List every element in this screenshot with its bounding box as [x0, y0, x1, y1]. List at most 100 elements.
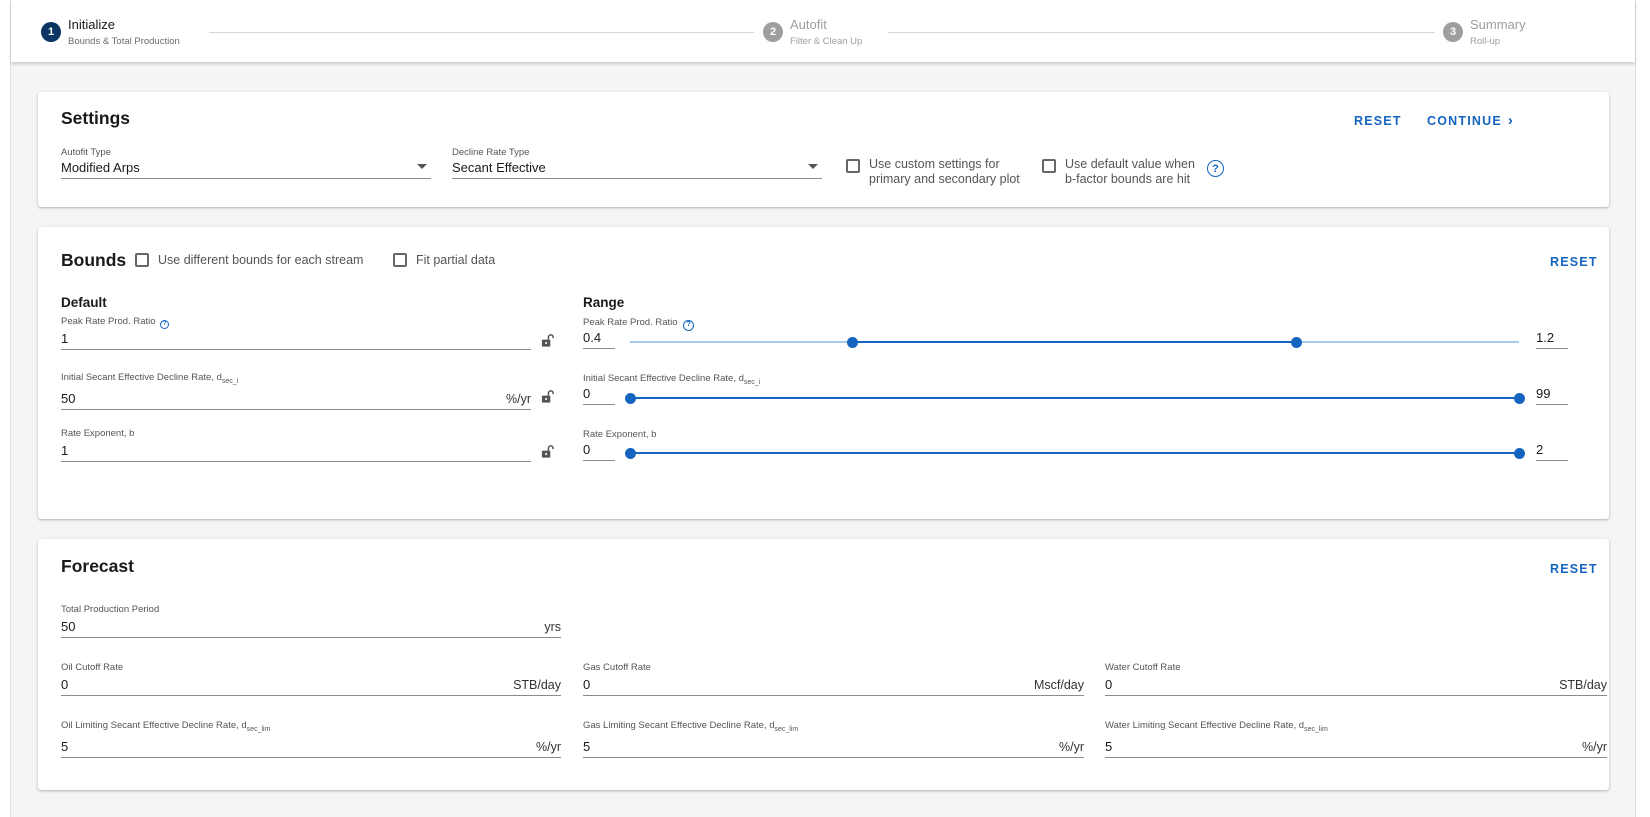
water-limit-field[interactable]: Water Limiting Secant Effective Decline … — [1105, 720, 1607, 758]
water-cutoff-value: 0 — [1105, 677, 1113, 692]
checkbox-box[interactable] — [135, 253, 149, 267]
slider-thumb-low[interactable] — [846, 336, 858, 348]
step-connector — [888, 32, 1435, 33]
peak-rate-field[interactable]: Peak Rate Prod. Ratio ? 1 — [61, 316, 531, 350]
step-connector — [209, 32, 754, 33]
step-subtitle: Bounds & Total Production — [68, 36, 180, 47]
dropdown-arrow-icon — [808, 164, 818, 169]
exponent-range-min-input[interactable]: 0 — [583, 439, 615, 461]
decline-rate-value: 50 — [61, 390, 76, 406]
water-limit-value: 5 — [1105, 738, 1113, 754]
oil-cutoff-field[interactable]: Oil Cutoff Rate 0 STB/day — [61, 662, 561, 696]
total-period-unit: yrs — [544, 620, 561, 634]
step-autofit[interactable]: 2 Autofit Filter & Clean Up — [763, 17, 862, 48]
water-limit-unit: %/yr — [1582, 739, 1607, 754]
water-limit-input[interactable]: 5 %/yr — [1105, 736, 1607, 758]
forecast-reset-button[interactable]: RESET — [1550, 562, 1598, 576]
peak-range-max-input[interactable]: 1.2 — [1536, 327, 1568, 349]
gas-cutoff-field[interactable]: Gas Cutoff Rate 0 Mscf/day — [583, 662, 1084, 696]
peak-rate-value: 1 — [61, 331, 69, 346]
default-value-line1: Use default value when — [1065, 157, 1195, 171]
step-number: 2 — [763, 22, 783, 42]
water-cutoff-unit: STB/day — [1559, 678, 1607, 692]
oil-limit-input[interactable]: 5 %/yr — [61, 736, 561, 758]
decline-rate-type-input[interactable]: Secant Effective — [452, 159, 822, 179]
step-initialize[interactable]: 1 Initialize Bounds & Total Production — [41, 17, 180, 48]
slider-fill — [630, 397, 1519, 399]
oil-limit-unit: %/yr — [536, 739, 561, 754]
checkbox-box[interactable] — [1042, 159, 1056, 173]
continue-button[interactable]: CONTINUE › — [1427, 112, 1513, 129]
slider-thumb-high[interactable] — [1513, 392, 1525, 404]
oil-limit-label: Oil Limiting Secant Effective Decline Ra… — [61, 720, 561, 736]
default-value-checkbox[interactable]: Use default value when b-factor bounds a… — [1042, 157, 1195, 187]
peak-rate-input[interactable]: 1 — [61, 328, 531, 350]
step-title: Summary — [1470, 17, 1526, 32]
continue-label: CONTINUE — [1427, 113, 1502, 128]
gas-limit-label-text: Gas Limiting Secant Effective Decline Ra… — [583, 720, 775, 731]
gas-cutoff-input[interactable]: 0 Mscf/day — [583, 674, 1084, 696]
autofit-type-input[interactable]: Modified Arps — [61, 159, 431, 179]
help-icon[interactable]: ? — [683, 319, 695, 331]
step-subtitle: Roll-up — [1470, 36, 1501, 47]
step-summary[interactable]: 3 Summary Roll-up — [1443, 17, 1526, 48]
help-icon[interactable]: ? — [160, 319, 170, 329]
bounds-reset-button[interactable]: RESET — [1550, 255, 1598, 269]
checkbox-box[interactable] — [846, 159, 860, 173]
fit-partial-checkbox[interactable]: Fit partial data — [393, 253, 495, 268]
gas-limit-unit: %/yr — [1059, 739, 1084, 754]
custom-settings-checkbox[interactable]: Use custom settings for primary and seco… — [846, 157, 1020, 187]
water-cutoff-field[interactable]: Water Cutoff Rate 0 STB/day — [1105, 662, 1607, 696]
autofit-type-select[interactable]: Autofit Type Modified Arps — [61, 147, 431, 179]
decline-range-max-input[interactable]: 99 — [1536, 383, 1568, 405]
slider-thumb-low[interactable] — [624, 392, 636, 404]
rate-exponent-input[interactable]: 1 — [61, 440, 531, 462]
gas-limit-label: Gas Limiting Secant Effective Decline Ra… — [583, 720, 1084, 736]
gas-limit-input[interactable]: 5 %/yr — [583, 736, 1084, 758]
oil-cutoff-unit: STB/day — [513, 678, 561, 692]
water-limit-label: Water Limiting Secant Effective Decline … — [1105, 720, 1607, 736]
exponent-range-max-input[interactable]: 2 — [1536, 439, 1568, 461]
step-title: Autofit — [790, 17, 827, 32]
step-subtitle: Filter & Clean Up — [790, 36, 863, 47]
rate-exponent-field[interactable]: Rate Exponent, b 1 — [61, 428, 531, 462]
total-period-value: 50 — [61, 619, 76, 634]
peak-range-min-input[interactable]: 0.4 — [583, 327, 615, 349]
slider-thumb-high[interactable] — [1513, 447, 1525, 459]
fit-partial-label: Fit partial data — [416, 253, 496, 267]
peak-rate-label-text: Peak Rate Prod. Ratio — [61, 316, 156, 327]
unlock-icon[interactable] — [540, 389, 555, 404]
decline-rate-input[interactable]: 50 %/yr — [61, 388, 531, 410]
checkbox-box[interactable] — [393, 253, 407, 267]
gas-limit-field[interactable]: Gas Limiting Secant Effective Decline Ra… — [583, 720, 1084, 758]
decline-rate-field[interactable]: Initial Secant Effective Decline Rate, d… — [61, 372, 531, 410]
autofit-type-label: Autofit Type — [61, 147, 111, 158]
step-number: 1 — [41, 22, 61, 42]
decline-rate-label: Initial Secant Effective Decline Rate, d… — [61, 372, 531, 388]
unlock-icon[interactable] — [540, 444, 555, 459]
decline-rate-label-sub: sec_i — [221, 377, 239, 385]
oil-cutoff-input[interactable]: 0 STB/day — [61, 674, 561, 696]
slider-thumb-low[interactable] — [624, 447, 636, 459]
oil-cutoff-value: 0 — [61, 677, 69, 692]
water-cutoff-input[interactable]: 0 STB/day — [1105, 674, 1607, 696]
water-limit-label-sub: sec_lim — [1304, 725, 1328, 733]
slider-thumb-high[interactable] — [1291, 336, 1303, 348]
different-bounds-checkbox[interactable]: Use different bounds for each stream — [135, 253, 363, 268]
oil-cutoff-label: Oil Cutoff Rate — [61, 662, 124, 673]
total-period-field[interactable]: Total Production Period 50 yrs — [61, 604, 561, 638]
water-limit-label-text: Water Limiting Secant Effective Decline … — [1105, 720, 1305, 731]
oil-limit-label-text: Oil Limiting Secant Effective Decline Ra… — [61, 720, 247, 731]
settings-reset-button[interactable]: RESET — [1354, 114, 1402, 128]
help-icon[interactable]: ? — [1207, 160, 1224, 177]
decline-rate-type-select[interactable]: Decline Rate Type Secant Effective — [452, 147, 822, 179]
step-number: 3 — [1443, 22, 1463, 42]
decline-rate-label-text: Initial Secant Effective Decline Rate, d — [61, 372, 222, 383]
default-heading: Default — [61, 295, 107, 310]
oil-limit-field[interactable]: Oil Limiting Secant Effective Decline Ra… — [61, 720, 561, 758]
total-period-input[interactable]: 50 yrs — [61, 616, 561, 638]
settings-title: Settings — [61, 108, 131, 128]
app-frame: 1 Initialize Bounds & Total Production 2… — [10, 0, 1636, 817]
decline-range-min-input[interactable]: 0 — [583, 383, 615, 405]
unlock-icon[interactable] — [540, 333, 555, 348]
